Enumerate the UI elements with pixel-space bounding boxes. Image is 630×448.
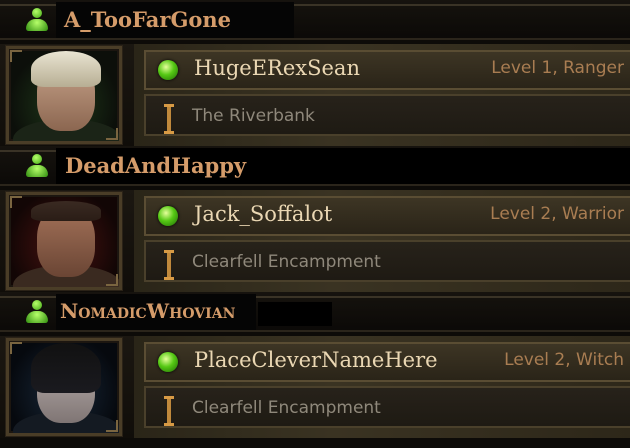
character-level-class: Level 2, Witch	[504, 350, 624, 370]
character-name: PlaceCleverNameHere	[194, 348, 438, 372]
online-orb-icon	[158, 60, 178, 80]
account-name-plate: DeadAndHappy	[56, 148, 246, 184]
character-card[interactable]: PlaceCleverNameHere Level 2, Witch Clear…	[0, 336, 630, 438]
character-panel: HugeERexSean Level 1, Ranger The Riverba…	[134, 44, 630, 146]
online-orb-icon	[158, 352, 178, 372]
online-orb-icon	[158, 206, 178, 226]
location-bar-icon	[164, 250, 174, 280]
account-header: DeadAndHappy	[0, 146, 630, 186]
location-bar-icon	[164, 396, 174, 426]
account-name[interactable]: NomadicWhovian	[60, 299, 235, 323]
character-level-class: Level 1, Ranger	[491, 58, 624, 78]
redaction-bar	[258, 302, 332, 326]
character-location: Clearfell Encampment	[192, 398, 381, 418]
ranger-portrait	[6, 46, 122, 144]
account-header: NomadicWhovian	[0, 292, 630, 332]
character-panel: Jack_Soffalot Level 2, Warrior Clearfell…	[134, 190, 630, 292]
account-header: A_TooFarGone	[0, 0, 630, 40]
account-name-plate: NomadicWhovian	[56, 294, 256, 330]
character-card[interactable]: Jack_Soffalot Level 2, Warrior Clearfell…	[0, 190, 630, 292]
account-online-icon	[22, 4, 52, 34]
character-location: The Riverbank	[192, 106, 315, 126]
account-name-plate: A_TooFarGone	[56, 2, 294, 38]
character-level-class: Level 2, Warrior	[490, 204, 624, 224]
location-bar-icon	[164, 104, 174, 134]
character-card[interactable]: HugeERexSean Level 1, Ranger The Riverba…	[0, 44, 630, 146]
character-name: Jack_Soffalot	[194, 202, 333, 226]
character-name: HugeERexSean	[194, 56, 360, 80]
character-panel: PlaceCleverNameHere Level 2, Witch Clear…	[134, 336, 630, 438]
account-name[interactable]: DeadAndHappy	[65, 153, 246, 178]
account-name[interactable]: A_TooFarGone	[64, 7, 231, 32]
character-location: Clearfell Encampment	[192, 252, 381, 272]
account-online-icon	[22, 150, 52, 180]
witch-portrait	[6, 338, 122, 436]
warrior-portrait	[6, 192, 122, 290]
account-online-icon	[22, 296, 52, 326]
